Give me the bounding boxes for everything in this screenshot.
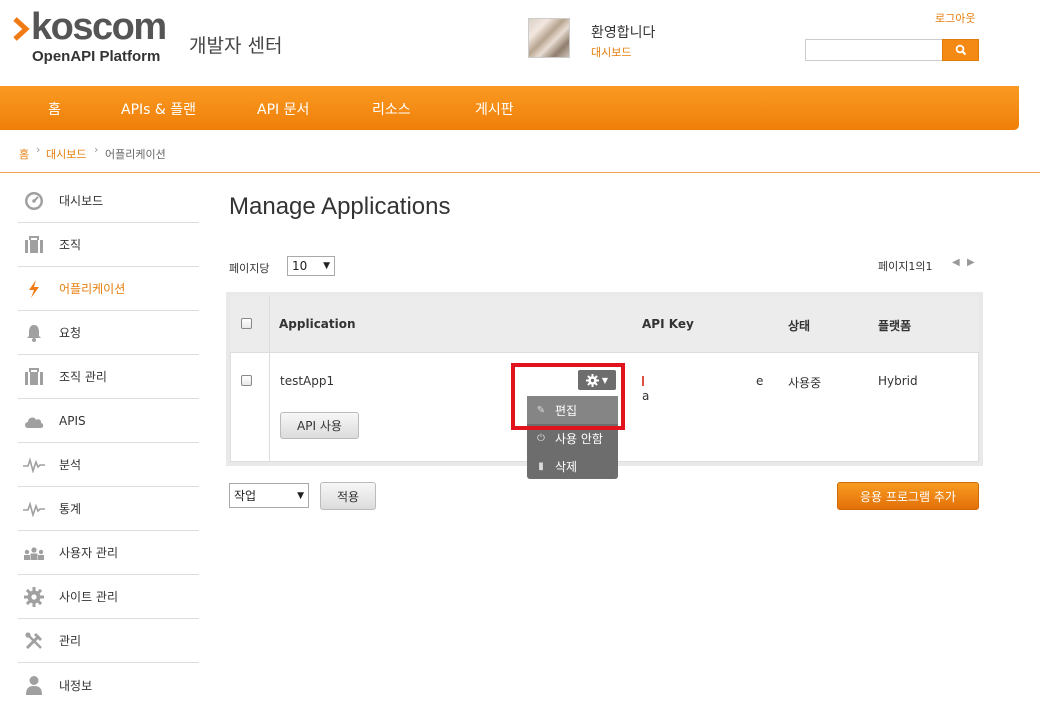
briefcase-icon: [23, 366, 45, 388]
sidebar-item-label: 관리: [59, 634, 82, 648]
sidebar-item-user-management[interactable]: 사용자 관리: [18, 531, 199, 575]
breadcrumb-dashboard[interactable]: 대시보드: [46, 146, 86, 162]
sidebar-item-apis[interactable]: APIS: [18, 399, 199, 443]
sidebar-item-label: 조직: [59, 238, 82, 252]
select-all-checkbox[interactable]: [241, 318, 252, 329]
trash-icon: ▮: [538, 460, 544, 472]
sidebar-item-org-management[interactable]: 조직 관리: [18, 355, 199, 399]
developer-center-title: 개발자 센터: [189, 35, 283, 57]
sidebar-item-label: 사이트 관리: [59, 590, 119, 604]
nav-apis-plans[interactable]: APIs & 플랜: [121, 99, 196, 119]
sidebar-item-my-info[interactable]: 내정보: [18, 663, 199, 704]
sidebar-item-label: 대시보드: [59, 194, 104, 208]
power-icon: ⏻: [537, 432, 545, 444]
breadcrumb-current: 어플리케이션: [105, 148, 166, 161]
table-header: Application API Key 상태 플랫폼: [230, 296, 979, 353]
nav-api-docs[interactable]: API 문서: [257, 99, 309, 119]
tools-icon: [23, 630, 45, 652]
add-application-button[interactable]: 응용 프로그램 추가: [837, 482, 979, 510]
column-header-status[interactable]: 상태: [788, 317, 810, 334]
per-page-select[interactable]: 10 ▼: [287, 256, 335, 276]
application-name[interactable]: testApp1: [280, 374, 334, 388]
chevron-down-icon: ▼: [323, 261, 330, 271]
use-api-button[interactable]: API 사용: [280, 412, 359, 439]
status-value: 사용중: [788, 376, 822, 390]
row-checkbox[interactable]: [241, 375, 252, 386]
column-header-platform[interactable]: 플랫폼: [878, 317, 911, 334]
breadcrumb-separator: ›: [36, 143, 41, 156]
menu-item-delete[interactable]: ▮ 삭제: [527, 452, 618, 480]
sidebar-item-organization[interactable]: 조직: [18, 223, 199, 267]
breadcrumb-separator: ›: [94, 143, 99, 156]
column-header-application[interactable]: Application: [279, 317, 356, 331]
sidebar-item-applications[interactable]: 어플리케이션: [18, 267, 199, 311]
sidebar-item-analytics[interactable]: 분석: [18, 443, 199, 487]
cloud-icon: [23, 410, 45, 432]
sidebar-item-label: 사용자 관리: [59, 546, 119, 560]
bulk-action-value: 작업: [234, 489, 257, 503]
logout-link[interactable]: 로그아웃: [935, 10, 975, 26]
divider: [0, 172, 1040, 173]
nav-home[interactable]: 홈: [48, 99, 61, 119]
avatar[interactable]: [528, 18, 570, 58]
next-page-icon[interactable]: ▶: [967, 257, 975, 268]
pagination-info: 페이지1의1: [878, 260, 933, 273]
platform-value: Hybrid: [878, 374, 918, 388]
menu-item-label: 삭제: [555, 459, 578, 474]
briefcase-icon: [23, 234, 45, 256]
search-button[interactable]: [942, 39, 979, 61]
sidebar-item-label: 어플리케이션: [59, 282, 126, 296]
api-key-redaction: [651, 368, 755, 412]
breadcrumb-home[interactable]: 홈: [19, 146, 29, 162]
welcome-text: 환영합니다: [591, 25, 656, 41]
pulse-icon: [23, 498, 45, 520]
page-title: Manage Applications: [229, 193, 451, 220]
menu-item-label: 사용 안함: [555, 431, 603, 446]
main-nav: 홈 APIs & 플랜 API 문서 리소스 게시판: [0, 86, 1019, 130]
apply-button[interactable]: 적용: [320, 482, 376, 510]
sidebar-item-admin[interactable]: 관리: [18, 619, 199, 663]
lightning-icon: [23, 278, 45, 300]
search-icon: [955, 44, 966, 56]
per-page-value: 10: [292, 259, 308, 273]
sidebar-item-label: APIS: [59, 413, 86, 428]
prev-page-icon[interactable]: ◀: [952, 257, 960, 268]
sidebar-item-site-management[interactable]: 사이트 관리: [18, 575, 199, 619]
logo-arrow-icon: [13, 17, 30, 41]
api-key-marker: [642, 376, 644, 386]
per-page-label: 페이지당: [229, 262, 270, 275]
logo-wordmark: koscom: [31, 6, 167, 48]
sidebar-item-label: 조직 관리: [59, 370, 107, 384]
sidebar-item-label: 통계: [59, 502, 82, 516]
nav-board[interactable]: 게시판: [475, 99, 514, 119]
gear-icon: [23, 586, 45, 608]
api-key-line2-start: a: [642, 389, 650, 403]
dashboard-gauge-icon: [23, 190, 45, 212]
highlight-box: [511, 363, 625, 430]
person-icon: [23, 674, 45, 696]
api-key-line1: e: [756, 374, 764, 388]
column-divider: [269, 296, 270, 462]
chevron-down-icon: ▼: [297, 491, 304, 501]
sidebar-item-label: 분석: [59, 458, 82, 472]
users-icon: [23, 542, 45, 564]
sidebar-item-requests[interactable]: 요청: [18, 311, 199, 355]
search-input[interactable]: [805, 39, 943, 61]
sidebar-item-label: 요청: [59, 326, 82, 340]
nav-resources[interactable]: 리소스: [372, 99, 411, 119]
bulk-action-select[interactable]: 작업 ▼: [229, 483, 309, 508]
pulse-icon: [23, 454, 45, 476]
column-header-api-key[interactable]: API Key: [642, 317, 694, 331]
logo-subtitle: OpenAPI Platform: [32, 48, 161, 65]
sidebar-item-label: 내정보: [59, 678, 93, 693]
sidebar-item-statistics[interactable]: 통계: [18, 487, 199, 531]
sidebar-item-dashboard[interactable]: 대시보드: [18, 179, 199, 223]
header-dashboard-link[interactable]: 대시보드: [591, 44, 631, 60]
bell-icon: [23, 322, 45, 344]
